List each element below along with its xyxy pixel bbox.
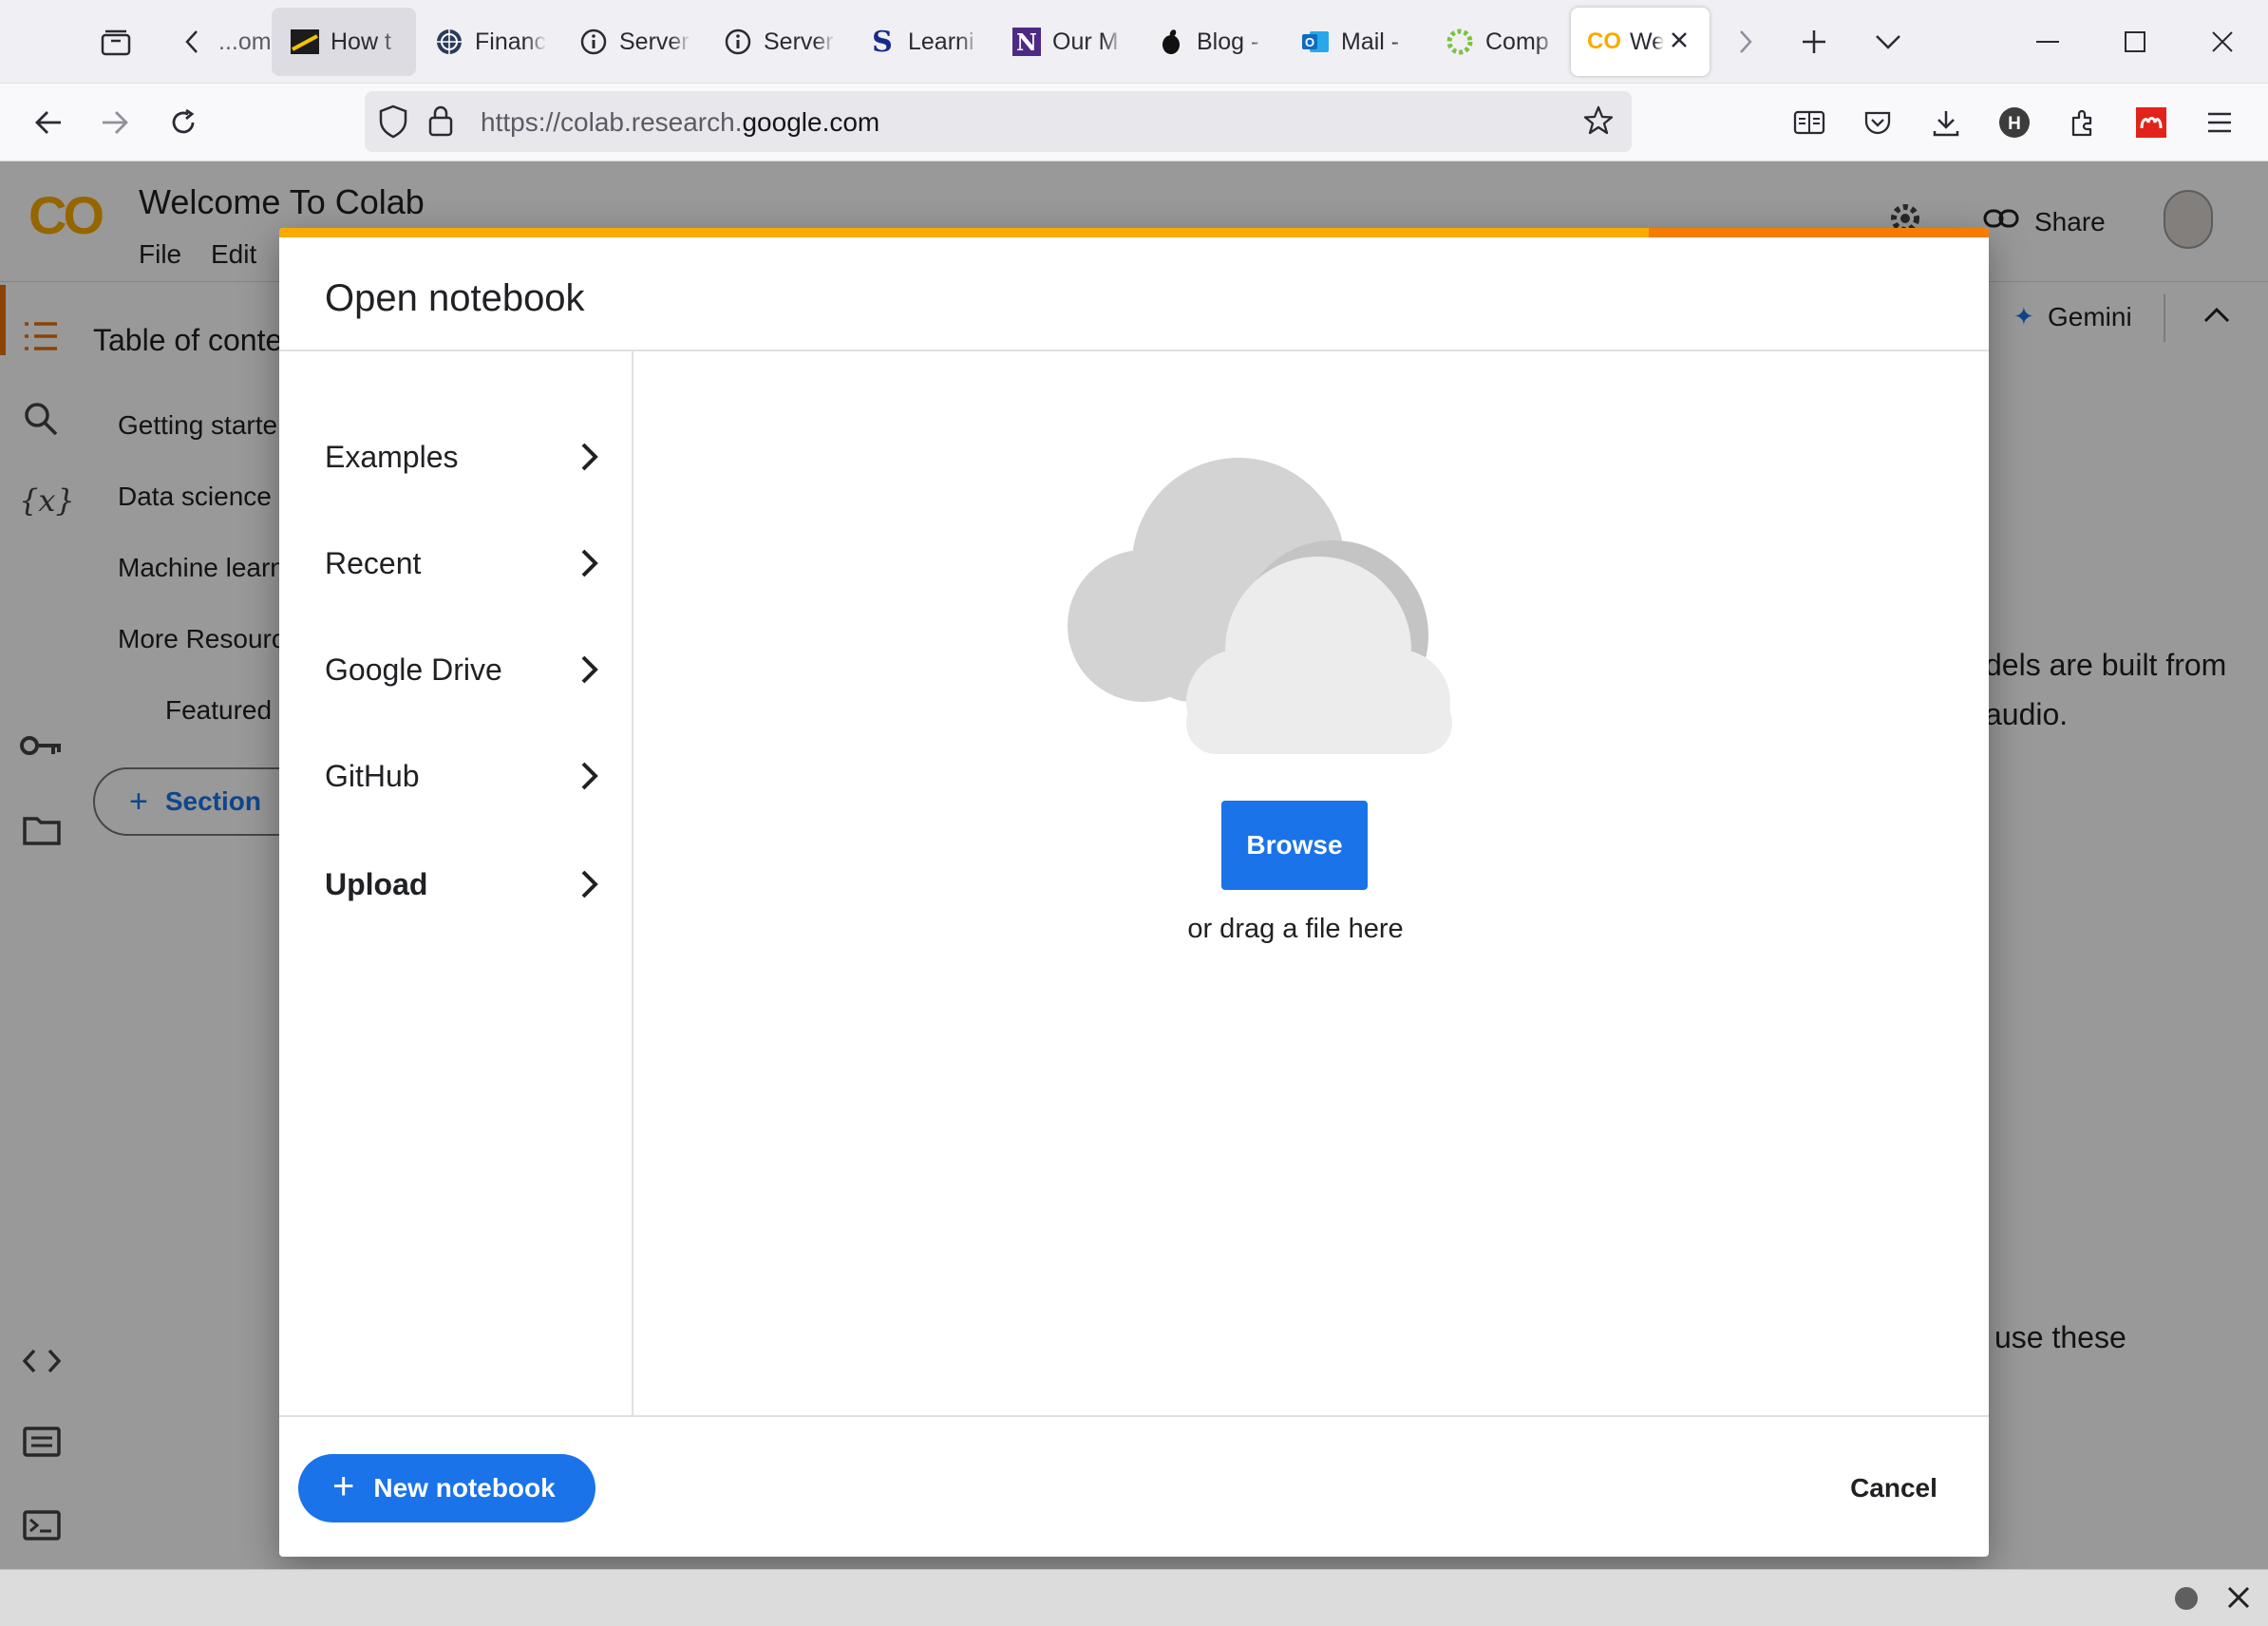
apple-icon [1155, 26, 1187, 58]
outlook-icon: O [1299, 26, 1332, 58]
globe-icon [433, 26, 465, 58]
reader-view-icon[interactable] [1784, 97, 1835, 148]
progress-segment [1649, 228, 1989, 237]
tab-how-to[interactable]: How t [272, 8, 416, 76]
reload-icon[interactable] [158, 97, 209, 148]
browser-nav-bar: https://colab.research.google.com H [0, 84, 2268, 161]
svg-text:H: H [2008, 114, 2021, 134]
tab-our-m[interactable]: N Our M [993, 8, 1138, 76]
tab-finance[interactable]: Financ [416, 8, 560, 76]
nav-item-github[interactable]: GitHub [279, 733, 633, 819]
tab-learning[interactable]: S Learni [849, 8, 993, 76]
nav-item-label: GitHub [325, 758, 420, 793]
new-tab-icon[interactable] [1791, 19, 1837, 65]
s-logo-icon: S [872, 25, 893, 59]
url-text[interactable]: https://colab.research.google.com [481, 107, 879, 138]
n-logo-icon: N [1011, 26, 1043, 58]
extensions-icon[interactable] [2057, 97, 2108, 148]
url-bar[interactable]: https://colab.research.google.com [365, 91, 1632, 152]
chevron-right-icon [581, 655, 598, 684]
dialog-title: Open notebook [325, 277, 585, 319]
slash-icon [289, 26, 321, 58]
tab-groups-icon[interactable] [93, 19, 139, 65]
open-notebook-dialog: Open notebook Examples Recent Google Dri… [279, 228, 1989, 1557]
lock-icon[interactable] [427, 104, 454, 142]
minimize-window-icon[interactable] [2021, 15, 2074, 68]
plus-icon: + [332, 1465, 355, 1507]
dialog-source-nav: Examples Recent Google Drive GitHub Uplo… [279, 351, 633, 1415]
nav-item-label: Examples [325, 439, 459, 474]
scroll-tabs-left-icon[interactable] [169, 19, 215, 65]
nav-item-google-drive[interactable]: Google Drive [279, 627, 633, 712]
nav-item-label: Upload [325, 866, 428, 901]
downloads-icon[interactable] [1920, 97, 1972, 148]
url-prefix: https://colab.research. [481, 107, 743, 137]
chevron-right-icon [581, 870, 598, 898]
info-icon [577, 26, 610, 58]
pocket-icon[interactable] [1852, 97, 1903, 148]
status-dot-icon [2175, 1587, 2198, 1610]
dialog-footer-divider [279, 1415, 1989, 1417]
tab-server-1[interactable]: Server [560, 8, 705, 76]
dialog-progress-bar [279, 228, 1989, 237]
shield-icon[interactable] [378, 104, 408, 143]
colab-icon: CO [1587, 28, 1621, 54]
chevron-right-icon [581, 443, 598, 471]
browser-tab-bar: ...om How t Financ Server Server S Learn… [0, 0, 2268, 84]
nav-item-recent[interactable]: Recent [279, 520, 633, 606]
new-notebook-label: New notebook [373, 1473, 556, 1503]
bookmark-star-icon[interactable] [1582, 104, 1615, 142]
chevron-right-icon [581, 762, 598, 790]
c-logo-icon [1444, 26, 1476, 58]
partial-tab[interactable]: ...om [218, 28, 272, 56]
url-domain: google.com [742, 107, 880, 137]
close-window-icon[interactable] [2196, 15, 2249, 68]
menu-hamburger-icon[interactable] [2194, 97, 2245, 148]
list-all-tabs-icon[interactable] [1865, 19, 1911, 65]
svg-text:N: N [1016, 28, 1037, 56]
nav-item-upload[interactable]: Upload [279, 841, 633, 927]
nav-item-label: Recent [325, 545, 422, 580]
tab-mail[interactable]: O Mail - [1282, 8, 1427, 76]
nav-item-label: Google Drive [325, 652, 502, 687]
tab-colab-active[interactable]: CO We [1571, 8, 1710, 76]
tab-comp[interactable]: Comp [1427, 8, 1571, 76]
scroll-tabs-right-icon[interactable] [1723, 19, 1768, 65]
chevron-right-icon [581, 549, 598, 577]
tab-blog[interactable]: Blog - [1138, 8, 1282, 76]
close-tab-icon[interactable] [1670, 28, 1689, 56]
close-statusbar-icon[interactable] [2226, 1585, 2251, 1615]
cancel-button[interactable]: Cancel [1837, 1455, 1951, 1522]
mendeley-icon[interactable] [2126, 97, 2177, 148]
maximize-window-icon[interactable] [2108, 15, 2162, 68]
forward-icon[interactable] [89, 97, 141, 148]
back-icon[interactable] [23, 97, 74, 148]
browse-button[interactable]: Browse [1221, 801, 1368, 890]
cloud-upload-illustration-icon [1068, 458, 1452, 754]
drag-file-hint: or drag a file here [1187, 914, 1404, 944]
account-h-icon[interactable]: H [1989, 97, 2040, 148]
page-status-bar [0, 1569, 2268, 1626]
svg-text:O: O [1305, 35, 1314, 49]
tab-server-2[interactable]: Server [705, 8, 849, 76]
new-notebook-button[interactable]: + New notebook [298, 1454, 595, 1522]
nav-item-examples[interactable]: Examples [279, 414, 633, 500]
info-icon [722, 26, 754, 58]
